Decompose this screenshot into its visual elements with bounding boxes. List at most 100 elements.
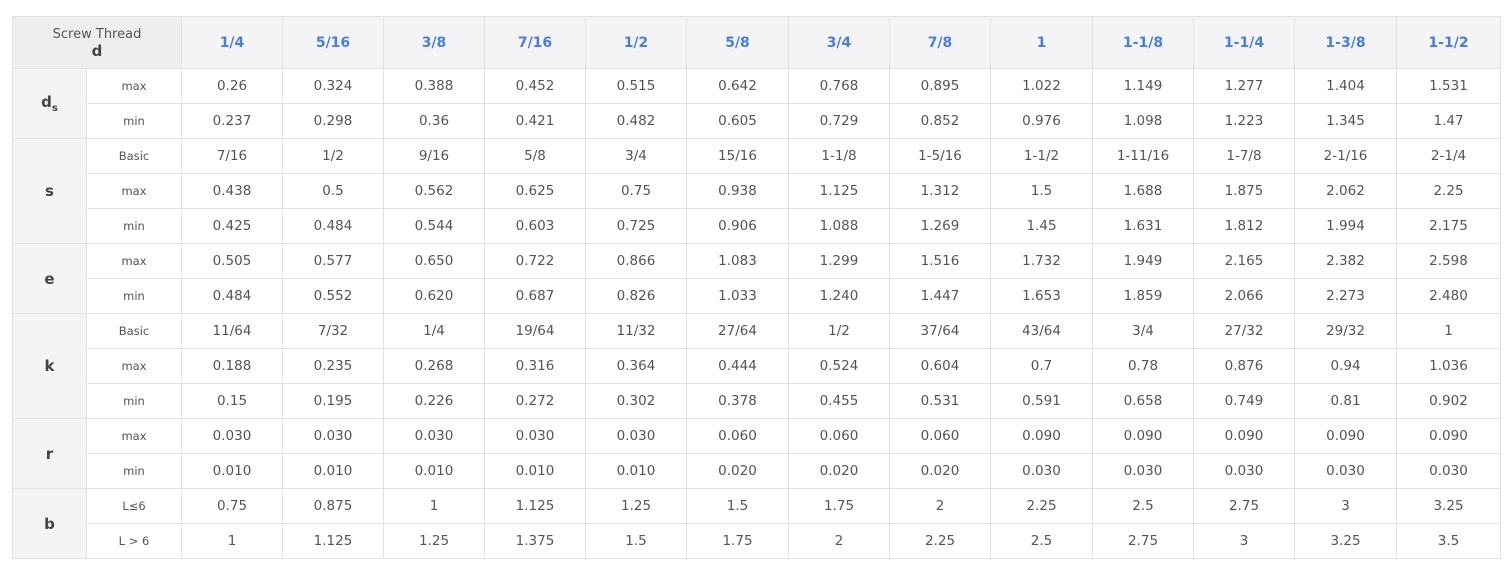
value-cell: 2 — [889, 488, 991, 524]
value-cell: 0.235 — [282, 348, 384, 384]
value-cell: 2.175 — [1396, 208, 1501, 244]
value-cell: 0.26 — [181, 68, 283, 104]
row-label-cell: Basic — [86, 138, 182, 174]
value-cell: 0.452 — [484, 68, 586, 104]
value-cell: 0.642 — [686, 68, 789, 104]
row-label-cell: Basic — [86, 313, 182, 349]
value-cell: 2.25 — [889, 523, 991, 559]
table-row: max 0.188 0.235 0.268 0.316 0.364 0.444 0.524 0.… — [13, 348, 1501, 384]
value-cell: 0.188 — [181, 348, 283, 384]
value-cell: 2.598 — [1396, 243, 1501, 279]
value-cell: 2.066 — [1193, 278, 1295, 314]
value-cell: 0.852 — [889, 103, 991, 139]
value-cell: 5/8 — [484, 138, 586, 174]
value-cell: 1.277 — [1193, 68, 1295, 104]
value-cell: 0.591 — [990, 383, 1093, 419]
value-cell: 0.226 — [383, 383, 485, 419]
value-cell: 0.090 — [1193, 418, 1295, 454]
value-cell: 2.273 — [1294, 278, 1397, 314]
value-cell: 9/16 — [383, 138, 485, 174]
value-cell: 1.033 — [686, 278, 789, 314]
table-header: Screw Thread d 1/4 5/16 3/8 7/16 1/2 5/8 3/4 7/… — [12, 16, 1501, 69]
value-cell: 1.75 — [686, 523, 789, 559]
value-cell: 2.5 — [990, 523, 1093, 559]
column-header-size: 7/8 — [889, 16, 991, 69]
table-row: L > 6 1 1.125 1.25 1.375 1.5 1.75 2 2.25 2.5 2.75 3… — [13, 523, 1501, 559]
row-label-cell: L > 6 — [86, 523, 182, 559]
value-cell: 0.81 — [1294, 383, 1397, 419]
value-cell: 0.36 — [383, 103, 485, 139]
value-cell: 3 — [1294, 488, 1397, 524]
value-cell: 0.515 — [585, 68, 687, 104]
value-cell: 0.421 — [484, 103, 586, 139]
row-label-cell: min — [86, 278, 182, 314]
row-label-cell: min — [86, 383, 182, 419]
value-cell: 1.5 — [686, 488, 789, 524]
value-cell: 1.875 — [1193, 173, 1295, 209]
table-row: ds max 0.26 0.324 0.388 0.452 0.515 0.642 0.768 0… — [12, 68, 1501, 139]
value-cell: 3.25 — [1396, 488, 1501, 524]
value-cell: 1.223 — [1193, 103, 1295, 139]
value-cell: 0.020 — [788, 453, 890, 489]
value-cell: 1.125 — [484, 488, 586, 524]
value-cell: 0.725 — [585, 208, 687, 244]
value-cell: 1.125 — [788, 173, 890, 209]
row-label-cell: max — [86, 68, 182, 104]
value-cell: 1.5 — [585, 523, 687, 559]
value-cell: 0.020 — [889, 453, 991, 489]
value-cell: 27/64 — [686, 313, 789, 349]
value-cell: 0.060 — [788, 418, 890, 454]
value-cell: 0.195 — [282, 383, 384, 419]
value-cell: 0.650 — [383, 243, 485, 279]
value-cell: 7/32 — [282, 313, 384, 349]
value-cell: 2.165 — [1193, 243, 1295, 279]
value-cell: 1.732 — [990, 243, 1093, 279]
value-cell: 0.875 — [282, 488, 384, 524]
value-cell: 2.382 — [1294, 243, 1397, 279]
table-row: s Basic 7/16 1/2 9/16 5/8 3/4 15/16 1-1/8 1-5/16 1… — [12, 138, 1501, 244]
row-label-cell: max — [86, 348, 182, 384]
table-row: min 0.15 0.195 0.226 0.272 0.302 0.378 0.455 0.5… — [13, 383, 1501, 419]
value-cell: 0.268 — [383, 348, 485, 384]
dimension-symbol-cell: r — [12, 418, 87, 489]
value-cell: 1.5 — [990, 173, 1093, 209]
value-cell: 2.480 — [1396, 278, 1501, 314]
value-cell: 0.605 — [686, 103, 789, 139]
value-cell: 3 — [1193, 523, 1295, 559]
value-cell: 0.030 — [383, 418, 485, 454]
column-header-size: 1/4 — [181, 16, 283, 69]
value-cell: 3/4 — [1092, 313, 1194, 349]
value-cell: 1-5/16 — [889, 138, 991, 174]
value-cell: 1/2 — [788, 313, 890, 349]
value-cell: 11/32 — [585, 313, 687, 349]
value-cell: 1 — [383, 488, 485, 524]
value-cell: 0.425 — [181, 208, 283, 244]
value-cell: 0.482 — [585, 103, 687, 139]
value-cell: 0.316 — [484, 348, 586, 384]
row-label-cell: max — [86, 173, 182, 209]
value-cell: 0.302 — [585, 383, 687, 419]
value-cell: 0.866 — [585, 243, 687, 279]
value-cell: 0.552 — [282, 278, 384, 314]
value-cell: 0.060 — [686, 418, 789, 454]
table-container: Screw Thread d 1/4 5/16 3/8 7/16 1/2 5/8 3/4 7/… — [12, 16, 1501, 559]
dimension-symbol-cell: k — [12, 313, 87, 419]
value-cell: 3.25 — [1294, 523, 1397, 559]
value-cell: 0.010 — [181, 453, 283, 489]
column-header-size: 1/2 — [585, 16, 687, 69]
value-cell: 1.098 — [1092, 103, 1194, 139]
value-cell: 0.895 — [889, 68, 991, 104]
value-cell: 11/64 — [181, 313, 283, 349]
value-cell: 1.531 — [1396, 68, 1501, 104]
value-cell: 2.25 — [1396, 173, 1501, 209]
table-row: max 0.438 0.5 0.562 0.625 0.75 0.938 1.125 1.312… — [13, 173, 1501, 209]
value-cell: 0.060 — [889, 418, 991, 454]
column-header-size: 3/4 — [788, 16, 890, 69]
value-cell: 1.631 — [1092, 208, 1194, 244]
value-cell: 0.15 — [181, 383, 283, 419]
value-cell: 3/4 — [585, 138, 687, 174]
value-cell: 2.75 — [1193, 488, 1295, 524]
value-cell: 0.010 — [282, 453, 384, 489]
value-cell: 0.7 — [990, 348, 1093, 384]
row-label-cell: L≤6 — [86, 488, 182, 524]
